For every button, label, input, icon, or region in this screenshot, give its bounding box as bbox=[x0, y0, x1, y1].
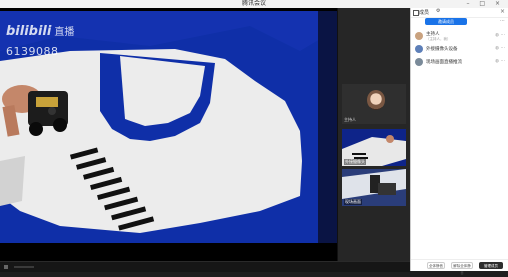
participant-tile[interactable]: 主持人 bbox=[342, 84, 406, 124]
room-number: 6139088 bbox=[6, 45, 59, 58]
avatar bbox=[415, 32, 423, 40]
avatar bbox=[415, 58, 423, 66]
bilibili-logo: bilibili bbox=[6, 24, 52, 39]
participant-mic-icon[interactable]: ◍ ⋯ bbox=[495, 46, 505, 51]
invite-button[interactable]: 邀请成员 bbox=[425, 18, 467, 25]
window-controls[interactable]: – □ × bbox=[466, 0, 504, 8]
panel-header: 成员 ⚙ × bbox=[411, 8, 508, 18]
list-item[interactable]: 主持人 （主持人，我） ◍ ⋯ bbox=[415, 30, 507, 43]
more-actions-icon[interactable]: ⋯ bbox=[500, 18, 505, 25]
tile-label: 现场画面 bbox=[344, 199, 362, 205]
watermark-live-label: 直播 bbox=[54, 27, 75, 38]
participant-mic-icon[interactable]: ◍ ⋯ bbox=[495, 33, 505, 38]
tile-label: 外接摄像头 bbox=[344, 159, 366, 165]
live-watermark: bilibili 直播 6139088 bbox=[6, 20, 75, 58]
gear-icon[interactable]: ⚙ bbox=[436, 8, 440, 14]
list-item[interactable]: 外接摄像头设备 ◍ ⋯ bbox=[415, 43, 507, 56]
list-item[interactable]: 现场画面直播推流 ◍ ⋯ bbox=[415, 56, 507, 69]
participant-role: （主持人，我） bbox=[426, 37, 451, 41]
manage-members-button[interactable]: 管理成员 bbox=[479, 262, 503, 269]
participant-name: 外接摄像头设备 bbox=[426, 47, 458, 52]
shared-video-stage[interactable]: bilibili 直播 6139088 bbox=[0, 8, 337, 261]
tile-label: 主持人 bbox=[344, 117, 356, 122]
participant-mic-icon[interactable]: ◍ ⋯ bbox=[495, 59, 505, 64]
meeting-toolbar bbox=[0, 261, 410, 272]
toolbar-segment bbox=[14, 266, 34, 268]
participant-video-tile[interactable]: 外接摄像头 bbox=[342, 129, 406, 166]
participant-video-tile[interactable]: 现场画面 bbox=[342, 169, 406, 206]
video-gallery: 主持人 外接摄像头 现场画面 bbox=[337, 8, 411, 261]
window-title: 腾讯会议 bbox=[241, 0, 266, 7]
panel-footer: 全体静音 解除全体静音 管理成员 bbox=[411, 259, 508, 275]
avatar bbox=[415, 45, 423, 53]
participant-name: 现场画面直播推流 bbox=[426, 60, 462, 65]
panel-title: 成员 bbox=[419, 10, 430, 16]
status-indicator-icon bbox=[4, 265, 8, 269]
mute-all-button[interactable]: 全体静音 bbox=[427, 262, 445, 269]
avatar bbox=[367, 90, 385, 110]
close-icon[interactable]: × bbox=[500, 8, 505, 15]
participant-list: 主持人 （主持人，我） ◍ ⋯ 外接摄像头设备 ◍ ⋯ 现场画面直播推流 ◍ ⋯ bbox=[415, 30, 507, 69]
panel-toolbar: 邀请成员 ⋯ bbox=[415, 18, 505, 26]
unmute-all-button[interactable]: 解除全体静音 bbox=[451, 262, 473, 275]
participants-panel: 成员 ⚙ × 邀请成员 ⋯ 主持人 （主持人，我） ◍ ⋯ 外接摄像头设备 ◍ … bbox=[410, 8, 508, 275]
